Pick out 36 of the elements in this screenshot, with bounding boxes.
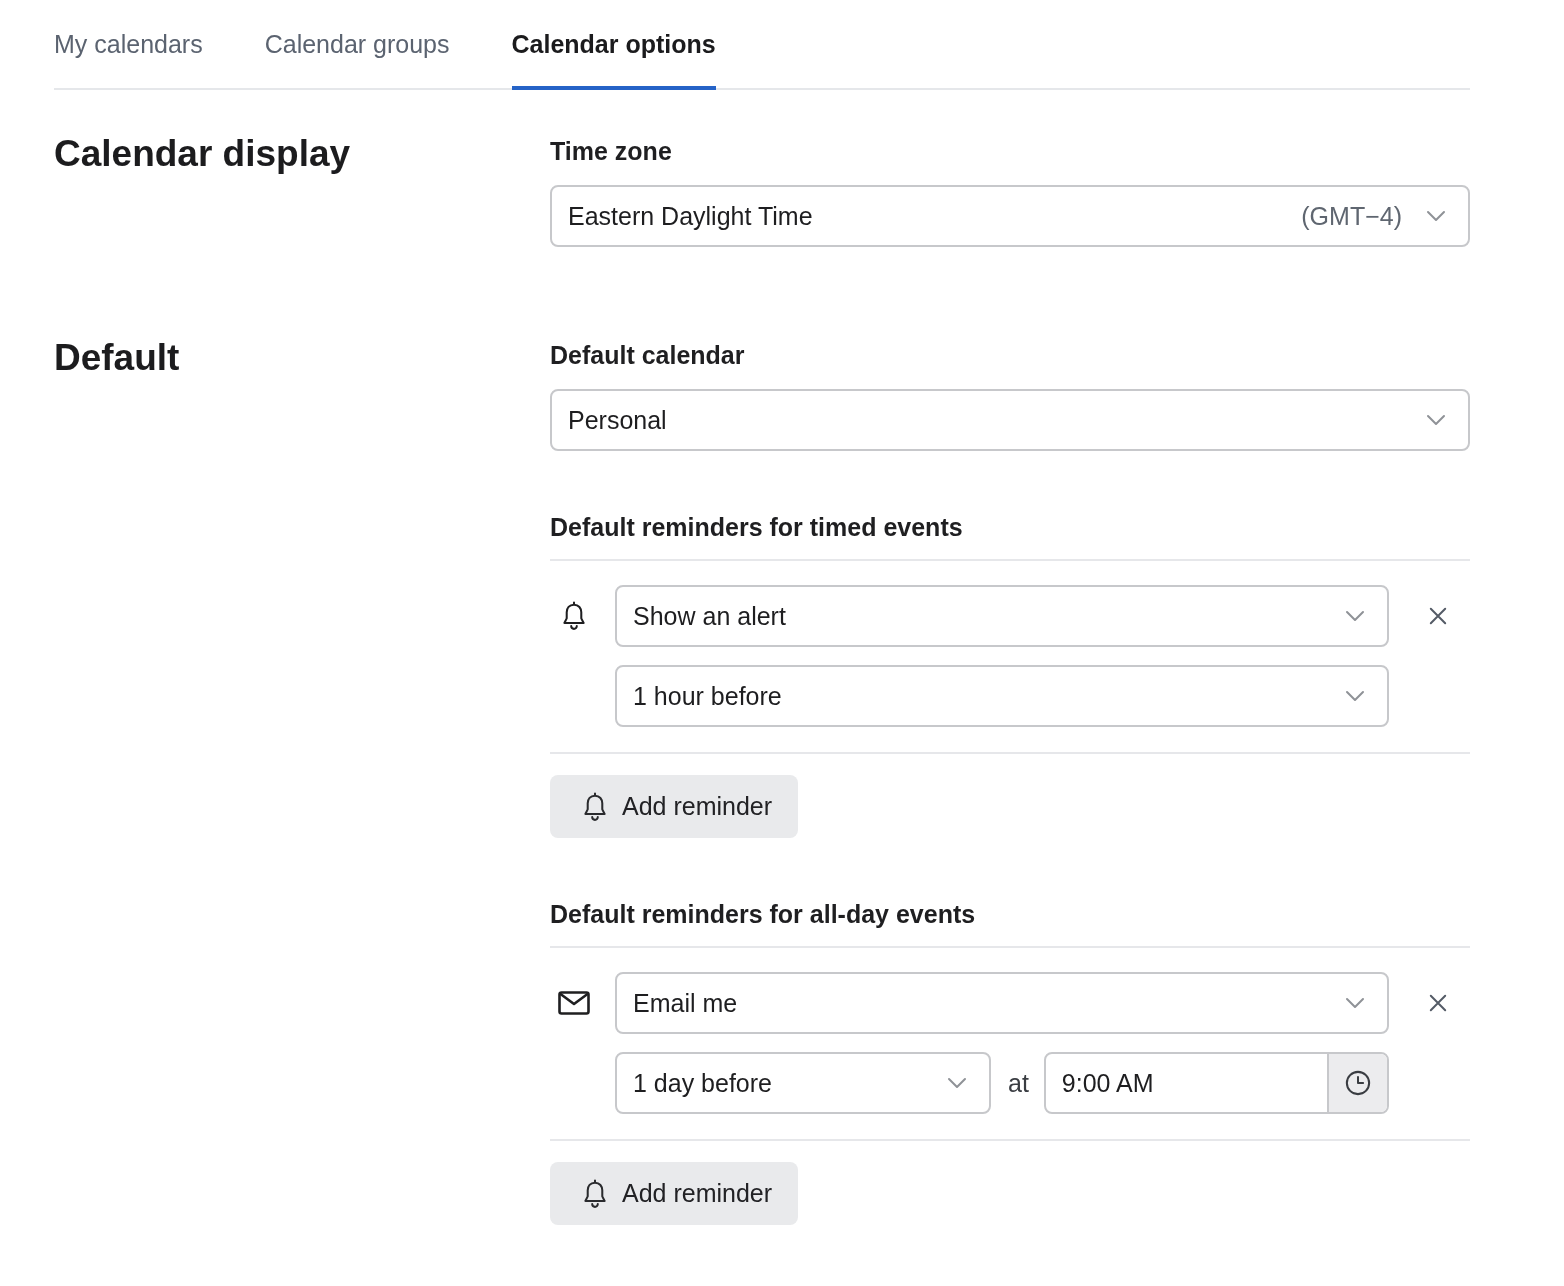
close-icon — [1429, 607, 1447, 625]
chevron-down-icon — [947, 1077, 967, 1089]
bell-icon — [582, 791, 608, 822]
chevron-down-icon — [1345, 610, 1365, 622]
field-label: Time zone — [550, 136, 672, 166]
field-label: Default reminders for all-day events — [550, 899, 976, 929]
bell-icon — [561, 601, 587, 631]
bell-icon — [582, 1178, 608, 1209]
tab[interactable]: Calendar options — [511, 0, 716, 90]
section-heading: Calendar display — [54, 134, 351, 174]
field-label: Default reminders for timed events — [550, 512, 963, 542]
add-reminder-button[interactable]: Add reminder — [550, 1162, 799, 1225]
clock-button[interactable] — [1327, 1054, 1387, 1112]
chevron-down-icon — [1345, 690, 1365, 702]
at-text: at — [1008, 1068, 1029, 1098]
tab[interactable]: Calendar groups — [264, 0, 450, 90]
envelope-icon — [558, 991, 590, 1015]
clock-icon — [1345, 1070, 1371, 1096]
utc-offset-text: (GMT−4) — [1301, 201, 1402, 231]
reminder-timing-select[interactable]: 1 day before — [615, 1052, 991, 1114]
reminder-method-select[interactable]: Show an alert — [615, 585, 1389, 647]
remove-reminder-button[interactable] — [1429, 994, 1447, 1012]
chevron-down-icon — [1345, 997, 1365, 1009]
close-icon — [1429, 994, 1447, 1012]
dropdown-select[interactable]: Eastern Daylight Time (GMT−4) — [550, 185, 1470, 247]
time-field[interactable]: 9:00 AM — [1043, 1052, 1389, 1114]
reminder-method-select[interactable]: Email me — [615, 972, 1389, 1034]
chevron-down-icon — [1426, 210, 1446, 222]
dropdown-select[interactable]: Personal — [550, 389, 1470, 451]
field-label: Default calendar — [550, 340, 745, 370]
chevron-down-icon — [1426, 414, 1446, 426]
remove-reminder-button[interactable] — [1429, 607, 1447, 625]
reminder-timing-select[interactable]: 1 hour before — [615, 665, 1389, 727]
section-heading: Default — [54, 338, 180, 378]
tab[interactable]: My calendars — [54, 0, 203, 90]
add-reminder-button[interactable]: Add reminder — [550, 775, 799, 838]
